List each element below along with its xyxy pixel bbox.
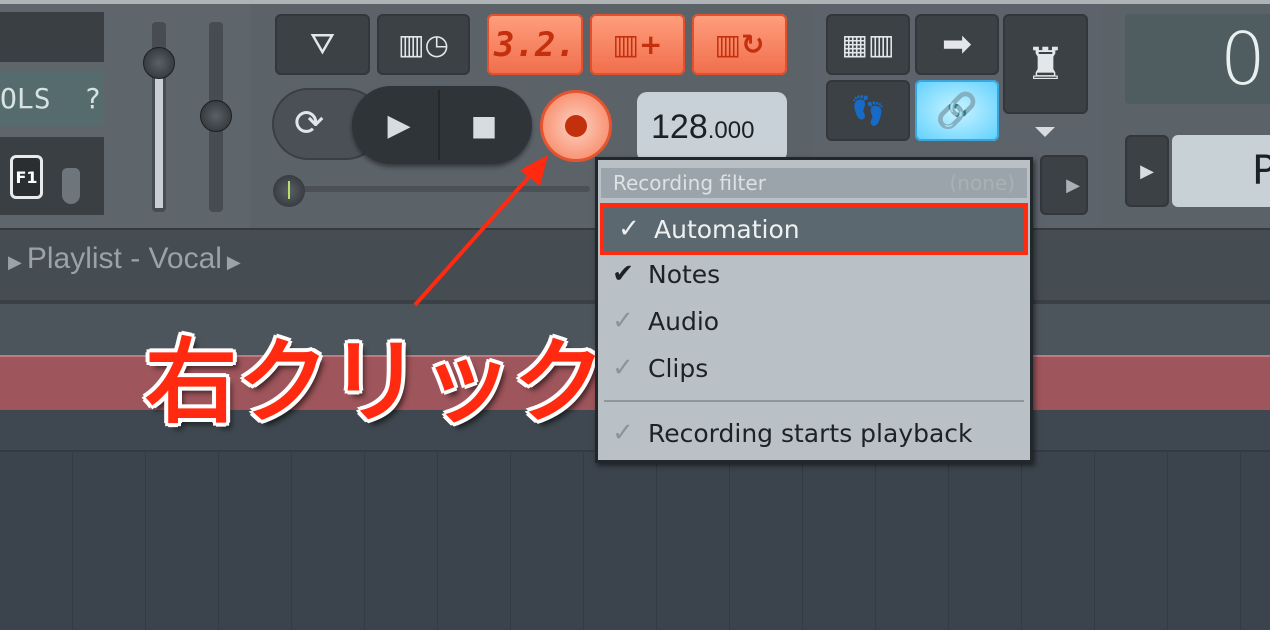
- check-icon: ✓: [618, 214, 640, 244]
- menu-item-recording-starts-playback[interactable]: ✓ Recording starts playback: [598, 410, 1030, 456]
- menu-item-audio[interactable]: ✓ Audio: [598, 298, 1030, 344]
- annotation-label: 右クリック: [145, 329, 606, 436]
- menu-separator: [604, 400, 1024, 402]
- recording-filter-menu: Recording filter (none) ✓ Automation ✔ Not…: [595, 157, 1033, 463]
- check-icon: ✔: [612, 259, 634, 289]
- menu-item-automation[interactable]: ✓ Automation: [600, 203, 1028, 255]
- menu-item-notes[interactable]: ✔ Notes: [598, 251, 1030, 297]
- check-icon: ✓: [612, 353, 634, 383]
- menu-header: Recording filter (none): [601, 168, 1027, 198]
- check-icon: ✓: [612, 418, 634, 448]
- check-icon: ✓: [612, 306, 634, 336]
- menu-item-clips[interactable]: ✓ Clips: [598, 345, 1030, 391]
